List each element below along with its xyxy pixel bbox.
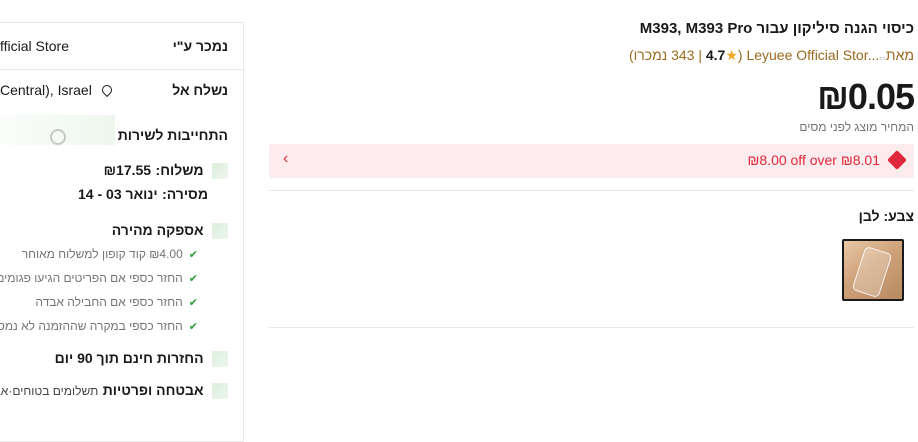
- delivery-value: ינואר 03 - 14: [78, 186, 158, 202]
- list-item: ✔ החזר כספי במקרה שההזמנה לא נמסרה: [0, 319, 228, 333]
- service-title-row: התחייבות לשירות: [0, 127, 228, 145]
- check-icon: ✔: [188, 321, 198, 333]
- unavailable-icon: [50, 129, 66, 145]
- shipping-label: משלוח:: [155, 162, 204, 178]
- list-item: ✔ החזר כספי אם החבילה אבדה: [0, 295, 228, 309]
- tax-note: המחיר מוצג לפני מסים: [799, 120, 914, 134]
- check-icon: ✔: [188, 249, 198, 261]
- store-badge-icon: ▭: [879, 55, 886, 62]
- ships-to-value: Central), Israel: [0, 82, 92, 98]
- chevron-left-icon[interactable]: ‹: [283, 150, 288, 168]
- shipping-value: ₪17.55: [103, 162, 152, 178]
- product-thumbnail: [851, 245, 893, 299]
- fast-delivery-title: אספקה מהירה: [111, 222, 204, 238]
- sold-label: נמכרו: [633, 47, 668, 63]
- truck-icon: [212, 162, 228, 179]
- location-pin-icon: [99, 82, 114, 98]
- security-row: אבטחה ופרטיות תשלומים בטוחים·אבטחת: [0, 382, 228, 400]
- star-icon: ★: [725, 47, 738, 63]
- delivery-row: מסירה: ינואר 03 - 14: [0, 186, 228, 204]
- color-label: צבע: לבן: [858, 208, 914, 224]
- fast-item-text: החזר כספי אם החבילה אבדה: [35, 295, 183, 309]
- returns-icon: [212, 350, 228, 367]
- product-price: ₪0.05: [817, 76, 915, 117]
- fast-delivery-icon: [212, 222, 228, 239]
- ships-to-location[interactable]: Central), Israel: [0, 82, 114, 98]
- store-name-link[interactable]: Leyuee Official Stor...: [746, 47, 879, 63]
- check-icon: ✔: [188, 297, 198, 309]
- fast-item-text: החזר כספי במקרה שההזמנה לא נמסרה: [0, 319, 183, 333]
- ships-from-row: נשלח אל Central), Israel: [0, 82, 228, 100]
- fast-item-text: ₪4.00 קוד קופון למשלוח מאוחר: [21, 247, 183, 261]
- list-item: ✔ ₪4.00 קוד קופון למשלוח מאוחר: [0, 247, 228, 261]
- sold-by-store-link[interactable]: fficial Store: [0, 38, 69, 54]
- coupon-text: ₪8.00 off over ₪8.01: [747, 152, 881, 168]
- sold-by-label: נמכר ע"י: [172, 38, 228, 54]
- color-swatch-white[interactable]: [842, 239, 904, 301]
- store-rating-line: מאת▭Leyuee Official Stor... (★343 | 4.7 …: [629, 47, 914, 64]
- fast-delivery-row: אספקה מהירה: [0, 222, 228, 240]
- service-title: התחייבות לשירות: [117, 127, 228, 143]
- rating-score: 4.7: [705, 47, 726, 63]
- returns-row: החזרות חינם תוך 90 יום: [0, 350, 228, 368]
- ships-to-label: נשלח אל: [172, 82, 228, 98]
- shipping-row: משלוח: ₪17.55: [0, 162, 228, 180]
- security-icon: [212, 382, 228, 399]
- security-title: אבטחה ופרטיות: [102, 382, 204, 398]
- delivery-label: מסירה:: [162, 186, 208, 202]
- product-title: כיסוי הגנה סיליקון עבור M393, M393 Pro: [639, 20, 914, 37]
- divider: [269, 327, 914, 328]
- coupon-tag-icon: [887, 150, 907, 170]
- delivery-sidebar: נמכר ע"י fficial Store נשלח אל Central),…: [0, 22, 244, 442]
- returns-title: החזרות חינם תוך 90 יום: [54, 350, 204, 366]
- divider: [269, 190, 914, 191]
- paren-open: (: [737, 47, 743, 63]
- coupon-banner[interactable]: ₪8.00 off over ₪8.01 ‹: [269, 144, 914, 178]
- fast-item-text: החזר כספי אם הפריטים הגיעו פגומים: [0, 271, 183, 285]
- list-item: ✔ החזר כספי אם הפריטים הגיעו פגומים: [0, 271, 228, 285]
- rating-value: 343: [671, 47, 695, 63]
- check-icon: ✔: [188, 273, 198, 285]
- security-value: תשלומים בטוחים·אבטחת: [0, 384, 99, 398]
- store-prefix: מאת: [885, 47, 914, 63]
- separator: |: [698, 47, 702, 63]
- divider: [0, 69, 244, 70]
- sold-by-row: נמכר ע"י fficial Store: [0, 38, 228, 56]
